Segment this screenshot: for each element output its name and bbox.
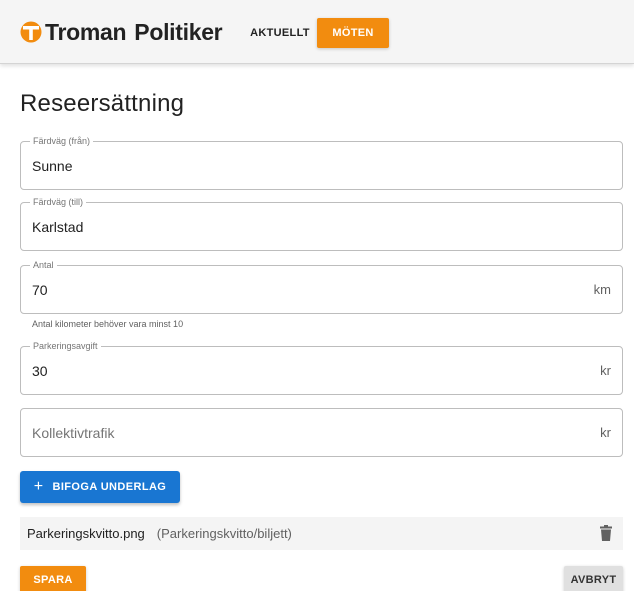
page-title: Reseersättning: [20, 90, 185, 117]
from-label: Färdväg (från): [30, 135, 94, 147]
brand-name: Troman: [45, 18, 127, 45]
to-field: Färdväg (till): [20, 196, 623, 251]
cancel-button[interactable]: AVBRYT: [564, 566, 623, 591]
transit-field: kr: [20, 408, 623, 457]
distance-label: Antal: [30, 259, 57, 271]
parking-field: Parkeringsavgift kr: [20, 340, 623, 395]
attachment-item: Parkeringskvitto.png (Parkeringskvitto/b…: [20, 517, 623, 550]
distance-unit: km: [593, 282, 611, 297]
attach-button-label: BIFOGA UNDERLAG: [52, 481, 167, 493]
to-input[interactable]: [32, 217, 572, 237]
nav-aktuellt[interactable]: AKTUELLT: [244, 18, 316, 48]
to-label: Färdväg (till): [30, 196, 87, 208]
transit-unit: kr: [600, 425, 611, 440]
distance-helper-text: Antal kilometer behöver vara minst 10: [32, 319, 184, 329]
app-bar: Troman Politiker AKTUELLT MÖTEN: [0, 0, 634, 64]
nav-moten[interactable]: MÖTEN: [317, 18, 389, 48]
trash-icon[interactable]: [600, 525, 612, 541]
logo[interactable]: Troman Politiker: [20, 17, 223, 47]
plus-icon: +: [33, 478, 44, 495]
attach-button[interactable]: + BIFOGA UNDERLAG: [20, 471, 180, 503]
attachment-filename[interactable]: Parkeringskvitto.png: [27, 526, 145, 541]
parking-input[interactable]: [32, 361, 572, 381]
save-button[interactable]: SPARA: [20, 566, 86, 591]
attachment-type: (Parkeringskvitto/biljett): [156, 526, 292, 541]
distance-input[interactable]: [32, 280, 572, 300]
from-field: Färdväg (från): [20, 135, 623, 190]
product-name: Politiker: [134, 18, 223, 45]
parking-unit: kr: [600, 363, 611, 378]
parking-label: Parkeringsavgift: [30, 340, 101, 352]
from-input[interactable]: [32, 156, 572, 176]
distance-field: Antal km: [20, 259, 623, 314]
transit-input[interactable]: [32, 423, 572, 443]
troman-logo-icon: [20, 21, 42, 43]
